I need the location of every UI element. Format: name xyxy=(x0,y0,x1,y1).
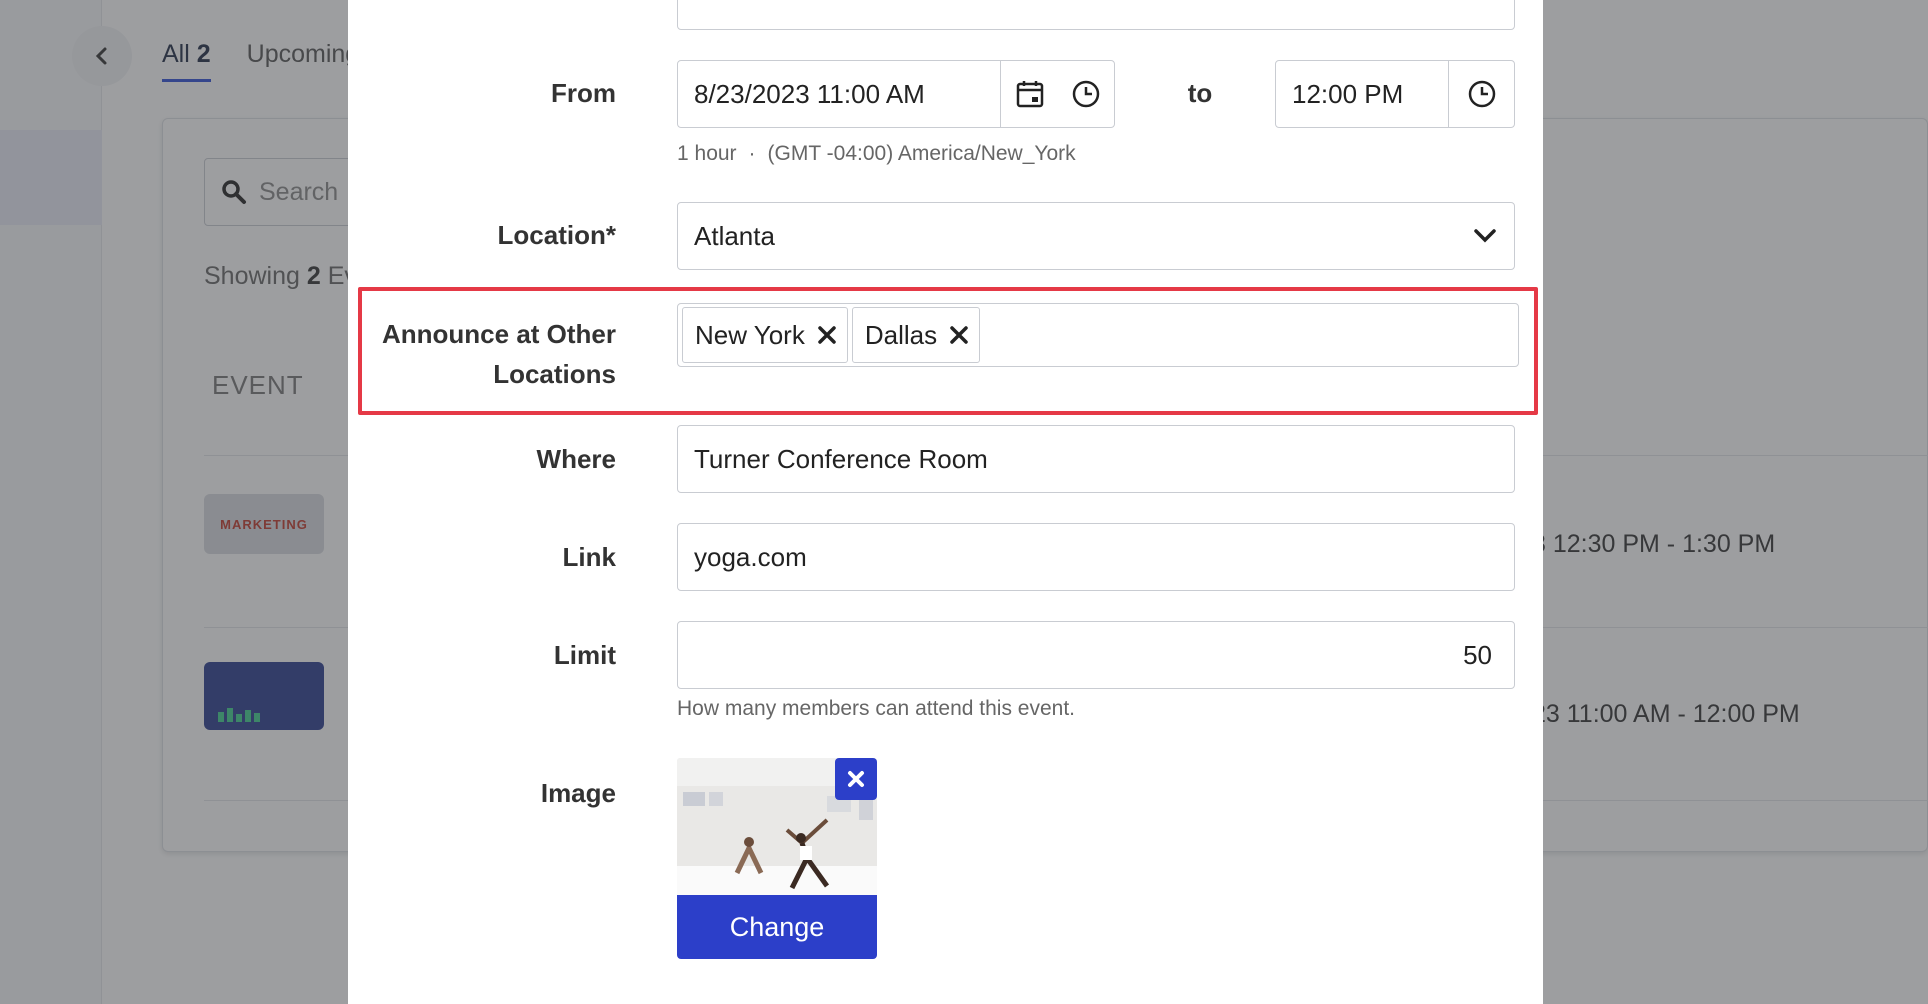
image-label: Image xyxy=(540,778,616,808)
clock-button[interactable] xyxy=(1448,61,1514,127)
change-image-button[interactable]: Change xyxy=(677,895,877,959)
remove-image-button[interactable] xyxy=(835,758,877,800)
announce-label: Announce at Other Locations xyxy=(381,319,616,389)
limit-label: Limit xyxy=(553,640,616,670)
edit-event-modal: From 8/23/2023 11:00 AM to 12:00 PM 1 ho… xyxy=(348,0,1543,1004)
previous-field[interactable] xyxy=(677,0,1515,30)
from-value: 8/23/2023 11:00 AM xyxy=(694,78,925,109)
where-input[interactable]: Turner Conference Room xyxy=(677,425,1515,493)
from-label: From xyxy=(551,78,616,108)
link-input[interactable]: yoga.com xyxy=(677,523,1515,591)
limit-hint: How many members can attend this event. xyxy=(677,697,1076,720)
calendar-icon xyxy=(1016,81,1043,108)
clock-button[interactable] xyxy=(1058,61,1114,127)
clock-icon xyxy=(1072,80,1100,108)
duration-info: 1 hour · (GMT -04:00) America/New_York xyxy=(677,142,1076,165)
link-label: Link xyxy=(562,542,616,572)
close-icon[interactable] xyxy=(817,325,837,345)
location-tag: New York xyxy=(682,307,848,363)
where-label: Where xyxy=(536,444,616,474)
from-datetime-input[interactable]: 8/23/2023 11:00 AM xyxy=(677,60,1115,128)
to-label: to xyxy=(1187,78,1213,108)
location-label: Location* xyxy=(497,220,616,250)
location-tag: Dallas xyxy=(851,307,981,363)
calendar-button[interactable] xyxy=(1000,61,1058,127)
limit-input[interactable]: 50 xyxy=(677,621,1515,689)
location-select[interactable]: Atlanta xyxy=(677,202,1515,270)
close-icon xyxy=(848,771,864,787)
close-icon[interactable] xyxy=(949,325,969,345)
to-time-input[interactable]: 12:00 PM xyxy=(1275,60,1515,128)
to-value: 12:00 PM xyxy=(1292,78,1404,109)
chevron-down-icon xyxy=(1474,229,1496,243)
clock-icon xyxy=(1468,80,1495,108)
announce-locations-input[interactable]: New York Dallas xyxy=(677,303,1519,367)
